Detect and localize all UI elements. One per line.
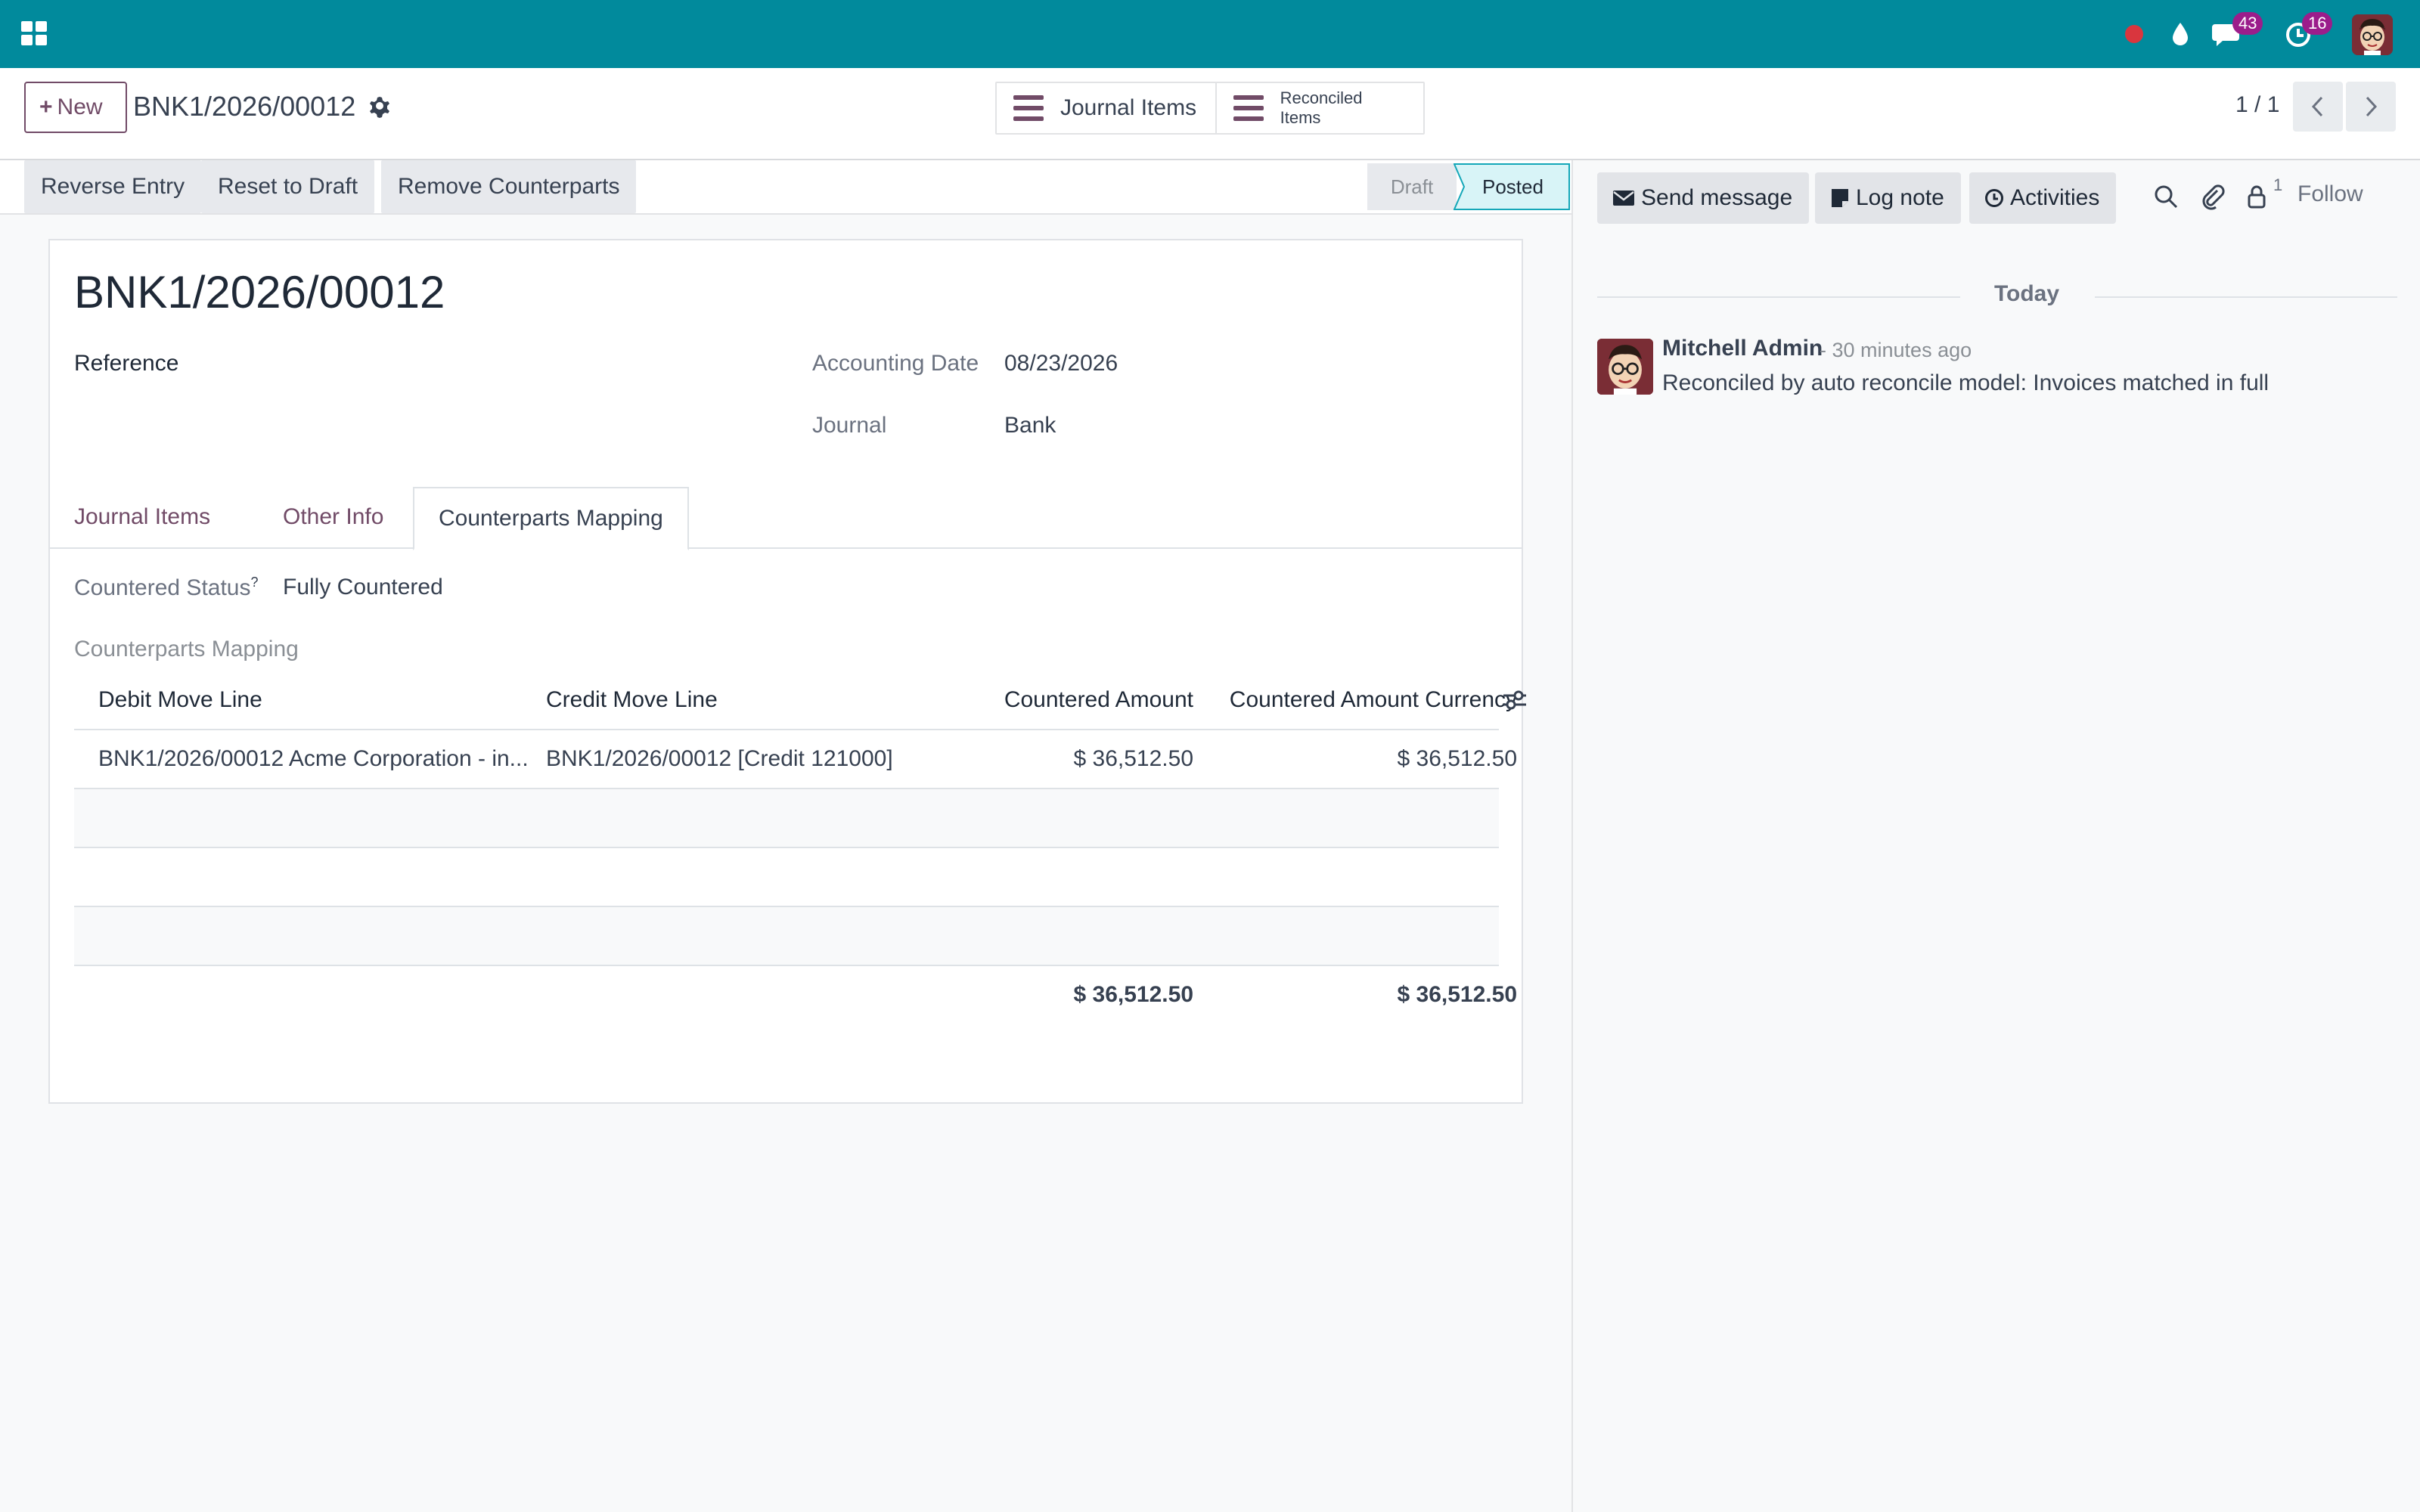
journal-items-smart-label: Journal Items: [1060, 95, 1197, 120]
chevron-right-icon: [2366, 96, 2378, 117]
remove-counterparts-button[interactable]: Remove Counterparts: [381, 160, 637, 213]
countered-status-value: Fully Countered: [283, 575, 443, 600]
accounting-date-label: Accounting Date: [812, 351, 979, 376]
col-countered-amount-currency[interactable]: Countered Amount Currency: [1208, 671, 1517, 729]
breadcrumb: BNK1/2026/00012: [133, 91, 356, 122]
journal-items-smart-button[interactable]: Journal Items: [997, 83, 1215, 133]
cell-countered-amount: $ 36,512.50: [1073, 746, 1193, 771]
followers-count[interactable]: 1: [2273, 175, 2282, 195]
date-separator-line: [2095, 296, 2397, 298]
countered-status-label: Countered Status?: [74, 575, 259, 601]
pager-next-button[interactable]: [2346, 82, 2396, 132]
record-title: BNK1/2026/00012: [74, 267, 445, 318]
activities-badge: 16: [2302, 12, 2333, 35]
tab-counterparts-mapping[interactable]: Counterparts Mapping: [413, 487, 689, 550]
list-icon: [1013, 95, 1044, 121]
notebook-tabs: Journal Items Other Info Counterparts Ma…: [50, 487, 1522, 550]
status-draft[interactable]: Draft: [1367, 163, 1457, 210]
table-header: Debit Move Line Credit Move Line Counter…: [74, 671, 1526, 730]
counterparts-mapping-label: Counterparts Mapping: [74, 637, 299, 662]
envelope-icon: [1613, 191, 1634, 206]
pager-previous-button[interactable]: [2293, 82, 2343, 132]
activities-label: Activities: [2010, 185, 2100, 210]
form-sheet: BNK1/2026/00012 Reference Accounting Dat…: [48, 239, 1526, 1104]
accounting-date-value: 08/23/2026: [1004, 351, 1118, 376]
col-credit-move-line[interactable]: Credit Move Line: [546, 671, 718, 729]
messages-badge: 43: [2232, 12, 2263, 35]
new-button-label: New: [57, 94, 103, 119]
counterparts-table: Debit Move Line Credit Move Line Counter…: [74, 671, 1526, 1025]
reference-label: Reference: [74, 351, 179, 376]
table-row[interactable]: BNK1/2026/00012 Acme Corporation - in...…: [74, 730, 1517, 789]
reset-to-draft-button[interactable]: Reset to Draft: [201, 160, 375, 213]
tab-journal-items[interactable]: Journal Items: [50, 487, 234, 549]
cell-countered-amount-currency: $ 36,512.50: [1397, 746, 1517, 771]
list-icon: [1233, 95, 1264, 121]
journal-value: Bank: [1004, 413, 1056, 438]
smart-buttons: Journal Items Reconciled Items: [995, 82, 1425, 135]
gear-icon[interactable]: [368, 94, 392, 118]
empty-row: [74, 848, 1499, 907]
plus-icon: +: [39, 94, 53, 119]
message-author-avatar[interactable]: [1597, 339, 1653, 395]
message-body: Reconciled by auto reconcile model: Invo…: [1662, 370, 2270, 395]
countered-status-label-text: Countered Status: [74, 575, 251, 600]
new-button[interactable]: + New: [24, 82, 127, 133]
reconciled-items-smart-label: Reconciled Items: [1280, 88, 1363, 127]
cell-credit-move-line: BNK1/2026/00012 [Credit 121000]: [546, 746, 893, 771]
tab-other-info[interactable]: Other Info: [259, 487, 408, 549]
journal-label: Journal: [812, 413, 887, 438]
control-panel: + New BNK1/2026/00012 Journal Items Recon…: [0, 68, 2420, 160]
date-separator: Today: [1993, 281, 2060, 306]
empty-row: [74, 789, 1499, 848]
cell-debit-move-line: BNK1/2026/00012 Acme Corporation - in...: [98, 746, 529, 771]
chatter-panel: Send message Log note Activities 1 Follo…: [1571, 160, 2420, 1512]
drop-icon[interactable]: [2164, 18, 2196, 50]
user-avatar[interactable]: [2352, 14, 2393, 55]
status-posted[interactable]: Posted: [1454, 163, 1570, 210]
optional-columns-icon[interactable]: [1502, 688, 1528, 712]
form-action-bar: Reverse Entry Reset to Draft Remove Coun…: [0, 160, 1571, 215]
reverse-entry-button[interactable]: Reverse Entry: [24, 160, 202, 213]
total-countered-amount-currency: $ 36,512.50: [1397, 982, 1517, 1007]
col-countered-amount[interactable]: Countered Amount: [929, 671, 1193, 729]
message-timestamp: - 30 minutes ago: [1820, 339, 1972, 361]
help-tooltip-icon[interactable]: ?: [250, 575, 258, 590]
follow-button[interactable]: Follow: [2297, 181, 2363, 207]
recording-indicator-icon[interactable]: [2125, 25, 2143, 43]
top-navbar: 43 16: [0, 0, 2420, 68]
apps-menu-icon[interactable]: [21, 21, 48, 47]
status-posted-label: Posted: [1482, 175, 1544, 198]
search-icon[interactable]: [2152, 183, 2180, 210]
empty-row: [74, 907, 1499, 966]
send-message-button[interactable]: Send message: [1597, 172, 1810, 224]
table-footer-totals: $ 36,512.50 $ 36,512.50: [74, 966, 1517, 1025]
paperclip-icon[interactable]: [2199, 183, 2226, 210]
message-author[interactable]: Mitchell Admin: [1662, 336, 1823, 361]
log-note-label: Log note: [1856, 185, 1944, 210]
clock-icon: [1985, 189, 2003, 207]
log-note-button[interactable]: Log note: [1815, 172, 1961, 224]
note-icon: [1832, 189, 1848, 207]
pager-value[interactable]: 1 / 1: [2235, 92, 2279, 118]
col-debit-move-line[interactable]: Debit Move Line: [98, 671, 262, 729]
reconciled-items-smart-button[interactable]: Reconciled Items: [1215, 83, 1423, 133]
chevron-left-icon: [2311, 96, 2323, 117]
total-countered-amount: $ 36,512.50: [1073, 982, 1193, 1007]
lock-icon[interactable]: [2243, 183, 2270, 210]
send-message-label: Send message: [1641, 185, 1793, 210]
activities-button[interactable]: Activities: [1969, 172, 2117, 224]
date-separator-line: [1597, 296, 1960, 298]
